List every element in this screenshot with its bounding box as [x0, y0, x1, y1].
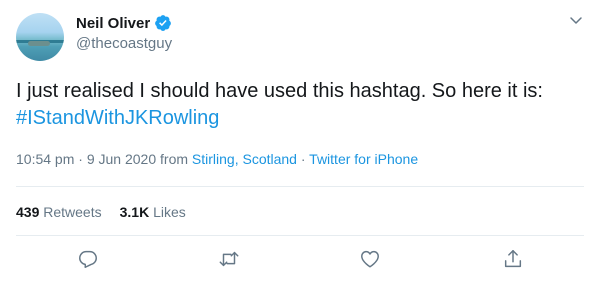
source-link[interactable]: Twitter for iPhone [309, 151, 418, 167]
retweets-stat[interactable]: 439 Retweets [16, 204, 102, 220]
heart-icon[interactable] [359, 248, 381, 270]
meta-from: from [156, 151, 192, 167]
author-name-row: Neil Oliver [76, 14, 172, 32]
author-name[interactable]: Neil Oliver [76, 15, 150, 32]
author-handle[interactable]: @thecoastguy [76, 35, 172, 52]
reply-icon[interactable] [77, 248, 99, 270]
likes-label: Likes [153, 204, 186, 220]
tweet-date[interactable]: 9 Jun 2020 [87, 151, 156, 167]
retweets-label: Retweets [43, 204, 102, 220]
verified-badge-icon [154, 14, 172, 32]
avatar[interactable] [16, 13, 64, 61]
likes-count: 3.1K [119, 204, 150, 220]
tweet-body: I just realised I should have used this … [16, 80, 543, 102]
divider [16, 186, 584, 187]
chevron-down-icon[interactable] [568, 12, 584, 28]
likes-stat[interactable]: 3.1K Likes [120, 204, 186, 220]
divider [16, 235, 584, 236]
retweets-count: 439 [16, 204, 40, 220]
tweet-stats: 439 Retweets 3.1K Likes [16, 204, 186, 220]
tweet-meta: 10:54 pm · 9 Jun 2020 from Stirling, Sco… [16, 151, 418, 167]
meta-separator: · [74, 151, 87, 167]
meta-separator: · [296, 151, 310, 167]
share-icon[interactable] [502, 248, 524, 270]
action-bar [0, 248, 600, 274]
hashtag-link[interactable]: #IStandWithJKRowling [16, 107, 219, 129]
tweet-time[interactable]: 10:54 pm [16, 151, 74, 167]
location-link[interactable]: Stirling, Scotland [192, 151, 297, 167]
tweet-text: I just realised I should have used this … [16, 78, 586, 132]
retweet-icon[interactable] [218, 248, 240, 270]
avatar-rock [28, 41, 50, 46]
